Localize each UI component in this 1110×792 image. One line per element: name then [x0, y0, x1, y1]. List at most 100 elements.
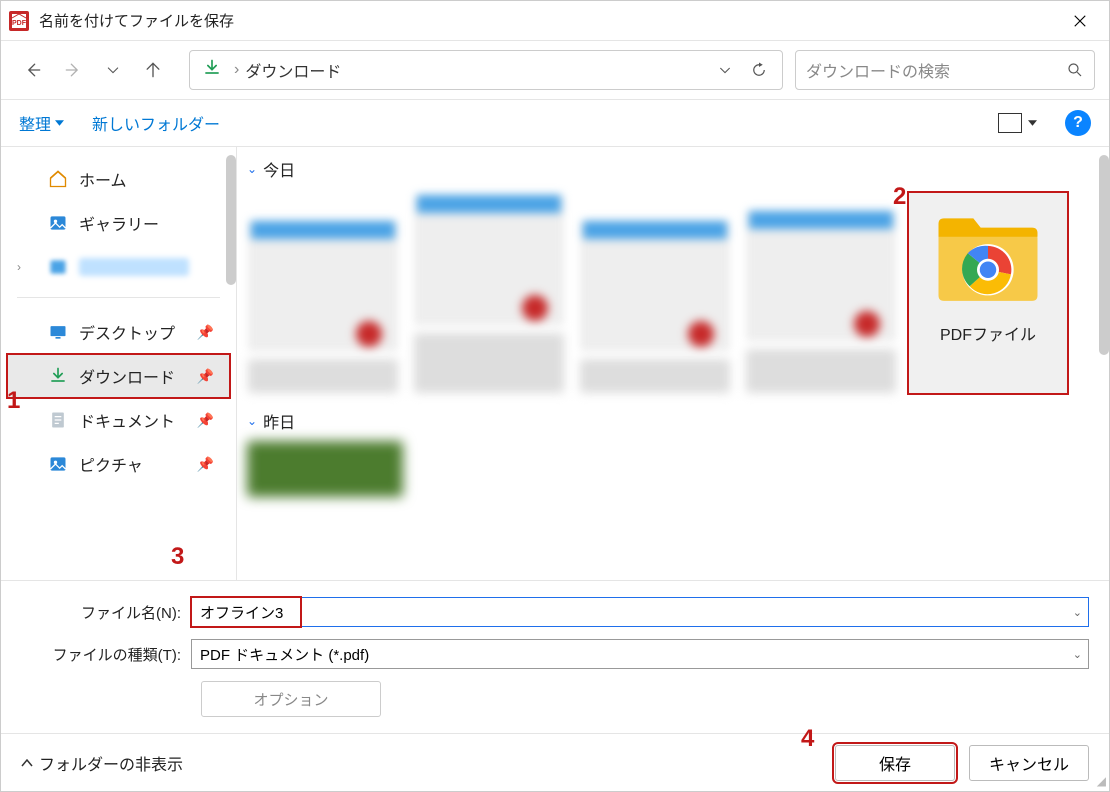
hide-folders-label: フォルダーの非表示: [39, 751, 183, 775]
filename-label: ファイル名(N):: [21, 602, 181, 623]
file-item[interactable]: [411, 193, 567, 393]
main-scrollbar[interactable]: [1099, 155, 1109, 355]
save-dialog-window: 1 2 3 4 PDF 名前を付けてファイルを保存 › ダウンロ: [0, 0, 1110, 792]
sidebar-item-label: ギャラリー: [79, 211, 159, 235]
dialog-body: ホーム ギャラリー › デスクトップ 📌 ダウンロード 📌: [1, 147, 1109, 580]
hide-folders-toggle[interactable]: フォルダーの非表示: [21, 751, 183, 775]
dropdown-icon[interactable]: ⌄: [1073, 606, 1082, 619]
sidebar: ホーム ギャラリー › デスクトップ 📌 ダウンロード 📌: [1, 147, 237, 580]
back-button[interactable]: [15, 52, 51, 88]
save-button[interactable]: 保存: [835, 745, 955, 781]
toolbar: 整理 新しいフォルダー ?: [1, 99, 1109, 147]
sidebar-divider: [17, 297, 220, 298]
pictures-icon: [47, 453, 69, 475]
organize-menu[interactable]: 整理: [19, 111, 64, 135]
path-dropdown[interactable]: [708, 53, 742, 87]
arrow-left-icon: [23, 60, 43, 80]
generic-icon: [47, 256, 69, 278]
folder-icon: [933, 201, 1043, 311]
up-button[interactable]: [135, 52, 171, 88]
blurred-label: [79, 258, 189, 276]
sidebar-item-pictures[interactable]: ピクチャ 📌: [7, 442, 230, 486]
refresh-button[interactable]: [742, 53, 776, 87]
documents-icon: [47, 409, 69, 431]
sidebar-item-downloads[interactable]: ダウンロード 📌: [7, 354, 230, 398]
search-placeholder: ダウンロードの検索: [806, 58, 1066, 82]
search-icon: [1066, 61, 1084, 79]
sidebar-item-documents[interactable]: ドキュメント 📌: [7, 398, 230, 442]
group-label: 今日: [263, 157, 295, 181]
help-button[interactable]: ?: [1065, 110, 1091, 136]
pin-icon: 📌: [197, 456, 214, 473]
resize-grip[interactable]: ◢: [1097, 774, 1106, 788]
filetype-label: ファイルの種類(T):: [21, 644, 181, 665]
sidebar-item-label: デスクトップ: [79, 320, 175, 344]
sidebar-item-desktop[interactable]: デスクトップ 📌: [7, 310, 230, 354]
group-label: 昨日: [263, 409, 295, 433]
group-today[interactable]: ⌄ 今日: [237, 147, 1109, 187]
form-area: ファイル名(N): オフライン3 ⌄ ファイルの種類(T): PDF ドキュメン…: [1, 580, 1109, 733]
recent-dropdown[interactable]: [95, 52, 131, 88]
svg-text:PDF: PDF: [12, 20, 27, 27]
group-yesterday[interactable]: ⌄ 昨日: [237, 399, 1109, 439]
breadcrumb-path[interactable]: › ダウンロード: [189, 50, 783, 90]
filename-row: ファイル名(N): オフライン3 ⌄: [21, 591, 1089, 633]
dropdown-icon[interactable]: ⌄: [1073, 648, 1082, 661]
breadcrumb-current: ダウンロード: [245, 58, 341, 82]
pin-icon: 📌: [197, 412, 214, 429]
filename-value: オフライン3: [200, 602, 283, 623]
sidebar-item-label: ダウンロード: [79, 364, 175, 388]
file-item[interactable]: [577, 193, 733, 393]
file-item[interactable]: [247, 441, 403, 497]
filename-input[interactable]: オフライン3 ⌄: [191, 597, 1089, 627]
chevron-down-icon: [717, 62, 733, 78]
window-title: 名前を付けてファイルを保存: [39, 10, 1057, 31]
caret-down-icon: [55, 120, 64, 126]
sidebar-item-gallery[interactable]: ギャラリー: [7, 201, 230, 245]
arrow-right-icon: [63, 60, 83, 80]
filetype-value: PDF ドキュメント (*.pdf): [200, 644, 369, 665]
search-input[interactable]: ダウンロードの検索: [795, 50, 1095, 90]
refresh-icon: [750, 61, 768, 79]
chevron-up-icon: [21, 759, 33, 767]
sidebar-item-blurred[interactable]: ›: [7, 245, 230, 289]
close-icon: [1073, 14, 1087, 28]
gallery-icon: [47, 212, 69, 234]
file-item[interactable]: [743, 193, 899, 393]
view-mode-button[interactable]: [998, 113, 1037, 133]
app-icon: PDF: [7, 9, 31, 33]
options-row: オプション: [21, 675, 1089, 733]
sidebar-item-label: ホーム: [79, 167, 127, 191]
cancel-label: キャンセル: [989, 751, 1069, 775]
filetype-select[interactable]: PDF ドキュメント (*.pdf) ⌄: [191, 639, 1089, 669]
sidebar-item-label: ドキュメント: [79, 408, 175, 432]
new-folder-button[interactable]: 新しいフォルダー: [92, 111, 220, 135]
titlebar: PDF 名前を付けてファイルを保存: [1, 1, 1109, 41]
home-icon: [47, 168, 69, 190]
save-label: 保存: [879, 751, 911, 775]
pin-icon: 📌: [197, 324, 214, 341]
arrow-up-icon: [143, 60, 163, 80]
folder-label: PDFファイル: [940, 321, 1036, 345]
desktop-icon: [47, 321, 69, 343]
cancel-button[interactable]: キャンセル: [969, 745, 1089, 781]
folder-pdf-files[interactable]: PDFファイル: [909, 193, 1067, 393]
chevron-right-icon: ›: [17, 260, 21, 274]
chevron-down-icon: ⌄: [247, 162, 257, 176]
sidebar-item-home[interactable]: ホーム: [7, 157, 230, 201]
organize-label: 整理: [19, 111, 51, 135]
filetype-row: ファイルの種類(T): PDF ドキュメント (*.pdf) ⌄: [21, 633, 1089, 675]
close-button[interactable]: [1057, 1, 1103, 41]
forward-button[interactable]: [55, 52, 91, 88]
help-icon: ?: [1073, 114, 1083, 132]
breadcrumb-separator: ›: [234, 61, 239, 79]
options-button[interactable]: オプション: [201, 681, 381, 717]
chevron-down-icon: ⌄: [247, 414, 257, 428]
pin-icon: 📌: [197, 368, 214, 385]
file-grid-today: PDFファイル: [237, 187, 1109, 399]
view-mode-icon: [998, 113, 1022, 133]
file-item[interactable]: [245, 193, 401, 393]
download-icon: [202, 58, 222, 83]
file-list: ⌄ 今日: [237, 147, 1109, 580]
new-folder-label: 新しいフォルダー: [92, 111, 220, 135]
